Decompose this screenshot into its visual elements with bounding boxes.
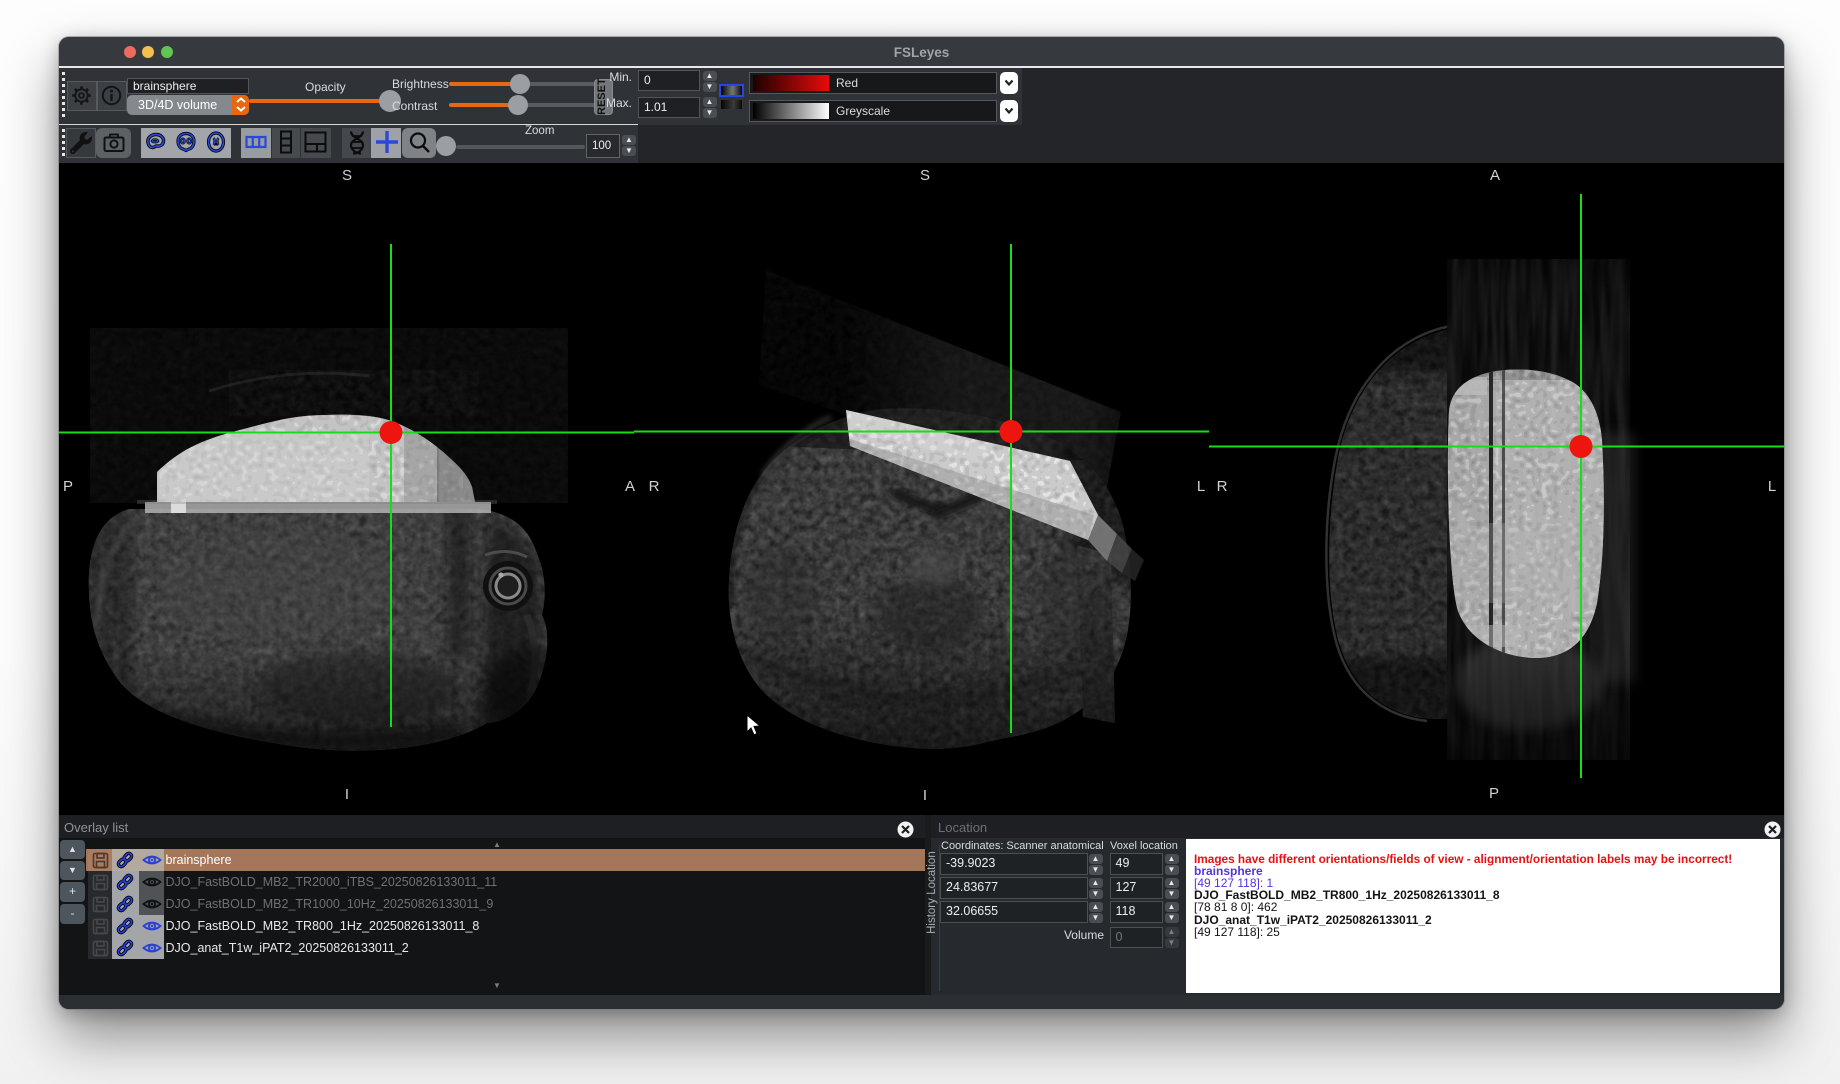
svg-text:S: S [342,167,352,184]
svg-text:I: I [345,786,349,803]
svg-text:L: L [1197,478,1205,495]
svg-text:L: L [1768,478,1776,495]
svg-text:A: A [1490,167,1500,184]
svg-text:P: P [1489,785,1499,802]
svg-text:A: A [625,478,635,495]
svg-text:S: S [920,167,930,184]
svg-text:R: R [649,478,660,495]
svg-text:P: P [63,478,73,495]
svg-text:I: I [923,787,927,804]
svg-text:R: R [1217,478,1228,495]
